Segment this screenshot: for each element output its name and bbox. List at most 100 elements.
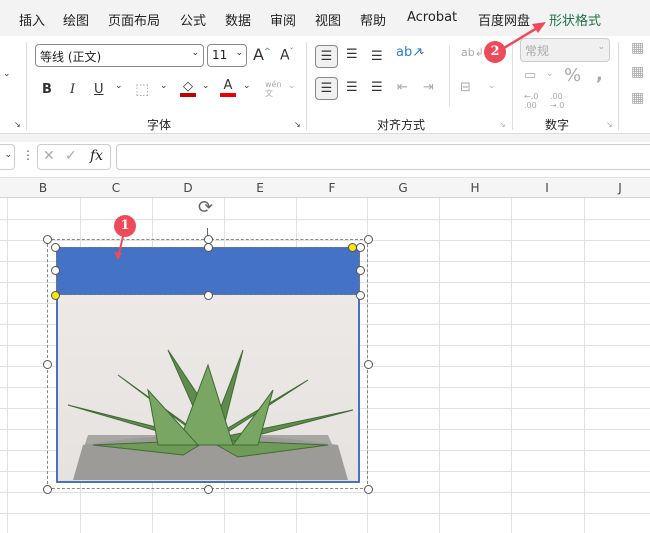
dialog-launcher-icon[interactable]: ↘ [294,120,301,129]
column-header[interactable]: C [80,181,152,195]
resize-handle[interactable] [356,266,365,275]
font-color-icon[interactable]: A [220,78,236,97]
increase-indent-icon[interactable]: ⇥ [423,80,434,95]
resize-handle[interactable] [51,243,60,252]
resize-handle[interactable] [51,266,60,275]
tab-draw[interactable]: 绘图 [63,10,89,29]
ribbon: ⌄ 等线 (正文) ⌄ 11 ⌄ A^ Aˇ B I U ⌄ ⬚ ⌄ ◇ ⌄ A ⌄… [0,36,650,134]
resize-handle[interactable] [43,235,52,244]
currency-icon[interactable]: ▭ [524,68,536,83]
column-headers: B C D E F G H I J [0,177,650,198]
insert-function-icon[interactable]: fx [90,148,103,164]
underline-icon[interactable]: U [94,82,104,97]
font-name-select[interactable]: 等线 (正文) ⌄ [35,44,204,67]
row-gridline [0,219,650,220]
alignment-group-label: 对齐方式 [377,118,426,132]
chevron-down-icon[interactable]: ⌄ [546,69,554,79]
align-bottom-icon[interactable]: ☰ [371,49,383,64]
comma-icon[interactable]: , [596,64,603,85]
italic-icon[interactable]: I [70,82,75,97]
font-size-select[interactable]: 11 ⌄ [207,44,247,67]
chevron-down-icon[interactable]: ⌄ [243,81,251,91]
resize-handle[interactable] [204,291,213,300]
wrap-text-icon[interactable]: ab↲ [461,46,484,59]
chevron-down-icon[interactable]: ⌄ [488,81,496,91]
cell-styles-icon[interactable]: ▦ [631,90,644,106]
resize-handle[interactable] [204,243,213,252]
adjust-handle[interactable] [348,243,357,252]
column-header[interactable]: G [367,181,439,195]
increase-decimal-icon[interactable]: ←.0.00 [524,92,538,110]
arrow-1-icon [114,231,125,260]
merge-icon[interactable]: ⊟ [460,80,471,95]
font-group-label: 字体 [147,118,172,132]
font-name-value: 等线 (正文) [40,50,102,64]
align-middle-icon[interactable]: ☰ [346,47,358,62]
align-top-icon[interactable]: ☰ [315,45,338,68]
cancel-icon[interactable]: ✕ [43,148,55,164]
align-left-icon[interactable]: ☰ [315,77,338,100]
grow-font-icon[interactable]: A^ [253,45,271,64]
row-gridline [0,492,650,493]
tab-view[interactable]: 视图 [315,10,341,29]
column-header[interactable]: F [296,181,368,195]
border-icon[interactable]: ⬚ [135,80,149,98]
dialog-launcher-icon[interactable]: ↘ [499,120,506,129]
dialog-launcher-icon[interactable]: ↘ [14,120,21,129]
resize-handle[interactable] [204,485,213,494]
percent-icon[interactable]: % [564,65,581,86]
tab-data[interactable]: 数据 [225,10,251,29]
chevron-down-icon[interactable]: ⌄ [418,47,426,57]
font-size-value: 11 [212,48,228,62]
chevron-down-icon[interactable]: ⌄ [115,81,123,91]
dialog-launcher-icon[interactable]: ↘ [606,120,613,129]
tab-formulas[interactable]: 公式 [180,10,206,29]
more-icon[interactable]: ⋮ [22,148,34,162]
enter-icon[interactable]: ✓ [65,148,77,164]
tab-insert[interactable]: 插入 [19,10,45,29]
bold-icon[interactable]: B [42,82,52,97]
name-box[interactable]: ⌄ [0,144,15,170]
tab-acrobat[interactable]: Acrobat [407,10,457,25]
ribbon-divider [0,134,650,142]
column-header[interactable]: I [511,181,583,195]
resize-handle[interactable] [43,360,52,369]
chevron-down-icon[interactable]: ⌄ [202,81,210,91]
column-header[interactable]: H [439,181,511,195]
resize-handle[interactable] [43,485,52,494]
chevron-down-icon[interactable]: ⌄ [3,69,11,79]
formula-buttons: ✕ ✓ fx [37,144,111,170]
chevron-down-icon[interactable]: ⌄ [160,81,168,91]
tab-help[interactable]: 帮助 [360,10,386,29]
resize-handle[interactable] [356,291,365,300]
number-group-label: 数字 [545,118,570,132]
align-center-icon[interactable]: ☰ [346,80,358,95]
adjust-handle[interactable] [51,291,60,300]
row-gridline [0,513,650,514]
column-header[interactable]: J [584,181,650,195]
tab-page-layout[interactable]: 页面布局 [108,10,160,29]
conditional-format-icon[interactable]: ▦ [631,40,644,56]
tab-shape-format[interactable]: 形状格式 [549,10,601,29]
resize-handle[interactable] [364,235,373,244]
fill-color-icon[interactable]: ◇ [180,79,196,97]
tab-review[interactable]: 审阅 [270,10,296,29]
column-header[interactable]: E [224,181,296,195]
column-header[interactable]: D [152,181,224,195]
table-format-icon[interactable]: ▦ [631,64,644,80]
shape-selection-box [56,247,360,295]
resize-handle[interactable] [364,485,373,494]
arrow-2-icon [503,22,546,50]
formula-input[interactable] [116,144,650,170]
shrink-font-icon[interactable]: Aˇ [280,47,294,64]
phonetic-icon[interactable]: wén 文 [265,80,282,98]
resize-handle[interactable] [356,243,365,252]
chevron-down-icon[interactable]: ⌄ [288,81,296,91]
resize-handle[interactable] [364,360,373,369]
align-right-icon[interactable]: ☰ [371,80,383,95]
ribbon-tabs: 插入 绘图 页面布局 公式 数据 审阅 视图 帮助 Acrobat 百度网盘 形… [0,0,650,36]
column-header[interactable]: B [7,181,79,195]
rotate-handle-icon[interactable]: ⟳ [198,197,213,218]
decrease-decimal-icon[interactable]: .00 →.0 [550,92,564,110]
decrease-indent-icon[interactable]: ⇤ [397,80,408,95]
